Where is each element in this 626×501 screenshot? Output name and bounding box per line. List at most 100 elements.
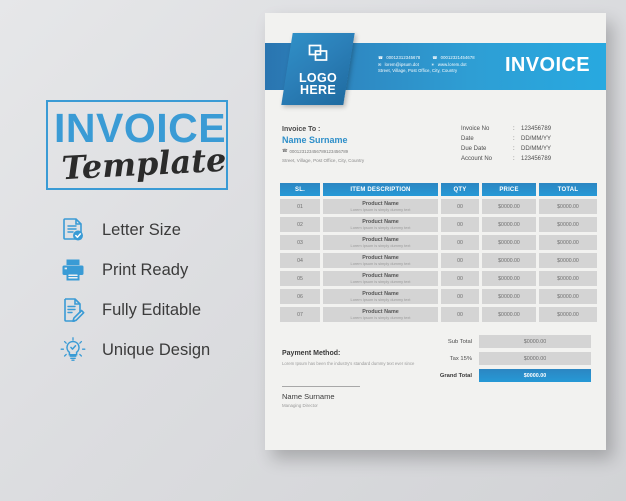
invoice-document: LOGO HERE ☎ 00012312345678 ☎ 00012321454…: [265, 13, 606, 450]
table-row: 04 Product Name Lorem Ipsum is simply du…: [280, 253, 597, 268]
cell-product-desc: Lorem Ipsum is simply dummy text: [350, 207, 411, 212]
column-header-qty: QTY: [441, 183, 479, 196]
bill-to-block: Invoice To : Name Surname ☎ 000123123456…: [282, 126, 364, 163]
payment-method-block: Payment Method: Lorem Ipsum has been the…: [282, 350, 432, 367]
meta-colon: :: [513, 126, 515, 132]
globe-icon: ☀: [431, 61, 435, 67]
table-row: 05 Product Name Lorem Ipsum is simply du…: [280, 271, 597, 286]
cell-product-desc: Lorem Ipsum is simply dummy text: [350, 225, 411, 230]
table-row: 02 Product Name Lorem Ipsum is simply du…: [280, 217, 597, 232]
cell-total: $0000.00: [557, 221, 579, 228]
table-body: 01 Product Name Lorem Ipsum is simply du…: [280, 199, 597, 322]
logo-block: LOGO HERE: [287, 33, 349, 105]
cell-price: $0000.00: [498, 311, 520, 318]
cell-price: $0000.00: [498, 275, 520, 282]
meta-row: Invoice No : 123456789: [461, 124, 589, 134]
feature-list: Letter Size Print Ready Fully Editable U…: [52, 210, 252, 370]
feature-label: Print Ready: [102, 260, 189, 279]
meta-key: Account No: [461, 156, 493, 162]
feature-item-unique-design: Unique Design: [52, 330, 252, 370]
printer-icon: [52, 250, 94, 290]
signature-line: [282, 386, 360, 387]
cell-total: $0000.00: [557, 275, 579, 282]
header-phone-1: 00012312345678: [386, 55, 421, 60]
cell-qty: 00: [457, 311, 463, 318]
cell-sl: 01: [297, 203, 303, 210]
cell-qty: 00: [457, 275, 463, 282]
bill-to-name: Name Surname: [282, 135, 348, 145]
table-row: 06 Product Name Lorem Ipsum is simply du…: [280, 289, 597, 304]
lightbulb-check-icon: [52, 330, 94, 370]
meta-key: Date: [461, 136, 474, 142]
cell-product-desc: Lorem Ipsum is simply dummy text: [350, 243, 411, 248]
bill-to-phone-row: ☎ 000123123456789123456789: [282, 148, 364, 154]
meta-row: Date : DD/MM/YY: [461, 134, 589, 144]
phone-icon-2: ☎: [432, 55, 438, 60]
cell-qty: 00: [457, 257, 463, 264]
total-row-grand-total: Grand Total $0000.00: [421, 369, 591, 382]
document-check-icon: [52, 210, 94, 250]
feature-label: Fully Editable: [102, 300, 202, 319]
cell-qty: 00: [457, 221, 463, 228]
cell-product-desc: Lorem Ipsum is simply dummy text: [350, 261, 411, 266]
total-row-tax: Tax 15% $0000.00: [421, 352, 591, 365]
meta-key: Due Date: [461, 146, 487, 152]
cell-product-desc: Lorem Ipsum is simply dummy text: [350, 297, 411, 302]
cell-price: $0000.00: [498, 257, 520, 264]
envelope-icon: ✉: [378, 61, 382, 67]
cell-sl: 04: [297, 257, 303, 264]
cell-qty: 00: [457, 203, 463, 210]
bill-to-address: Street, Village, Post Office, City, Coun…: [282, 158, 365, 163]
total-label: Grand Total: [439, 372, 472, 379]
promo-panel: INVOICE Template Letter Size Print Ready…: [0, 0, 250, 501]
total-value: $0000.00: [479, 352, 591, 365]
cell-price: $0000.00: [498, 221, 520, 228]
line-items-table: SL. ITEM DESCRIPTION QTY PRICE TOTAL 01 …: [280, 183, 597, 325]
header-address: Street, Village, Post Office, City, Coun…: [378, 68, 458, 74]
logo-line-1: LOGO: [298, 70, 337, 85]
column-header-desc: ITEM DESCRIPTION: [323, 183, 438, 196]
column-header-price: PRICE: [482, 183, 536, 196]
bill-to-label: Invoice To :: [282, 126, 321, 133]
cell-qty: 00: [457, 239, 463, 246]
cell-qty: 00: [457, 293, 463, 300]
cell-product-desc: Lorem Ipsum is simply dummy text: [350, 315, 411, 320]
meta-value: 123456789: [521, 126, 552, 132]
total-value: $0000.00: [479, 335, 591, 348]
total-value: $0000.00: [479, 369, 591, 382]
header-phone-2: 00012321454678: [440, 55, 475, 60]
table-row: 07 Product Name Lorem Ipsum is simply du…: [280, 307, 597, 322]
invoice-title: INVOICE: [504, 54, 590, 76]
column-header-sl: SL.: [280, 183, 320, 196]
bill-to-phone: 000123123456789123456789: [289, 148, 349, 154]
meta-colon: :: [513, 146, 515, 152]
cell-total: $0000.00: [557, 239, 579, 246]
meta-row: Due Date : DD/MM/YY: [461, 144, 589, 154]
phone-icon-small: ☎: [282, 148, 288, 153]
cell-product-desc: Lorem Ipsum is simply dummy text: [350, 279, 411, 284]
cell-sl: 02: [297, 221, 303, 228]
payment-method-title: Payment Method:: [282, 350, 341, 357]
feature-item-print-ready: Print Ready: [52, 250, 252, 290]
cell-total: $0000.00: [557, 257, 579, 264]
payment-method-text: Lorem Ipsum has been the industry's stan…: [282, 361, 415, 366]
cell-sl: 03: [297, 239, 303, 246]
signature-block: Name Surname Managing Director: [282, 386, 392, 408]
header-contact-block: ☎ 00012312345678 ☎ 00012321454678 ✉ lore…: [378, 55, 475, 75]
table-header-row: SL. ITEM DESCRIPTION QTY PRICE TOTAL: [280, 183, 597, 196]
cell-total: $0000.00: [557, 311, 579, 318]
totals-block: Sub Total $0000.00 Tax 15% $0000.00 Gran…: [421, 335, 591, 386]
column-header-total: TOTAL: [539, 183, 597, 196]
header-email: lorem@ipsum.dot: [384, 61, 419, 67]
document-pencil-icon: [52, 290, 94, 330]
meta-value: DD/MM/YY: [521, 136, 551, 142]
feature-label: Unique Design: [102, 340, 211, 359]
invoice-meta-block: Invoice No : 123456789 Date : DD/MM/YY D…: [461, 124, 589, 164]
total-label: Sub Total: [447, 338, 472, 345]
meta-key: Invoice No: [461, 126, 490, 132]
logo-line-2: HERE: [300, 82, 336, 97]
cell-price: $0000.00: [498, 203, 520, 210]
table-row: 01 Product Name Lorem Ipsum is simply du…: [280, 199, 597, 214]
signature-name: Name Surname: [282, 392, 335, 401]
cell-total: $0000.00: [557, 293, 579, 300]
